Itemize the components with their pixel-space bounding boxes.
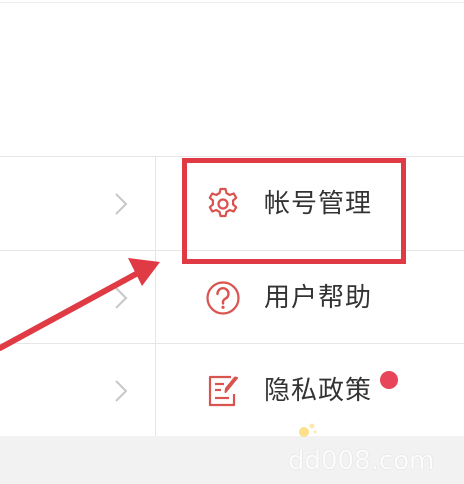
menu-item-label: 隐私政策 [264, 376, 373, 406]
top-area [0, 0, 464, 156]
highlight-box [182, 158, 406, 264]
document-edit-icon [208, 375, 238, 407]
notification-badge [380, 371, 398, 389]
chevron-right-icon [115, 193, 128, 215]
watermark-text: dd008.com [288, 446, 435, 476]
top-divider [0, 2, 464, 3]
help-circle-icon [206, 281, 240, 315]
left-menu-cell[interactable] [0, 157, 156, 250]
menu-item-label: 用户帮助 [264, 283, 373, 313]
chevron-right-icon [115, 380, 128, 402]
menu-item-user-help[interactable]: 用户帮助 [156, 251, 464, 344]
watermark-logo-icon [299, 423, 317, 437]
annotation-arrow-icon [0, 258, 160, 351]
